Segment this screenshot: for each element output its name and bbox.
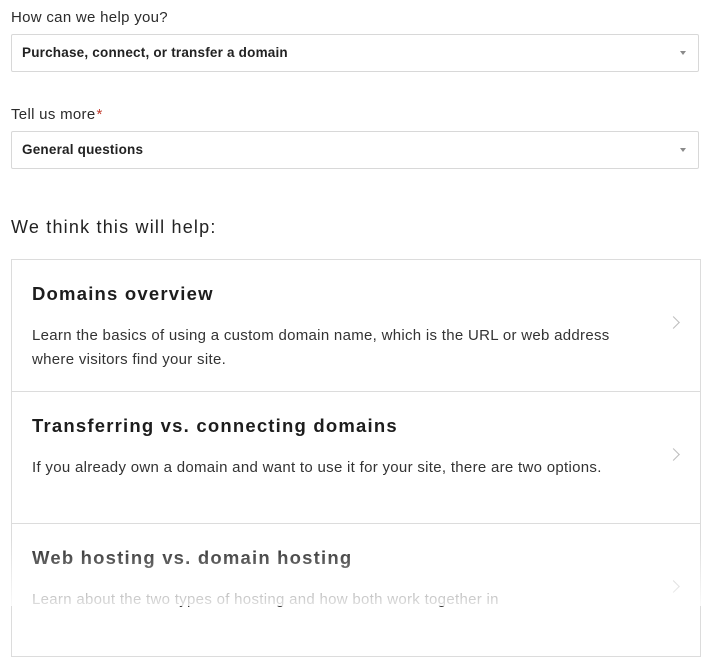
suggestion-title: Transferring vs. connecting domains (32, 415, 398, 436)
help-topic-value: Purchase, connect, or transfer a domain (22, 45, 288, 60)
required-asterisk: * (96, 106, 103, 123)
caret-down-icon (680, 148, 686, 152)
tell-us-more-text: Tell us more (11, 106, 96, 123)
suggestion-title: Domains overview (32, 283, 214, 304)
suggestion-list: Domains overview Learn the basics of usi… (11, 259, 701, 657)
tell-us-more-label: Tell us more* (11, 106, 103, 123)
chevron-right-icon (667, 448, 680, 461)
suggestion-description: Learn the basics of using a custom domai… (32, 327, 610, 368)
suggestion-description: Learn about the two types of hosting and… (32, 591, 499, 608)
chevron-right-icon (667, 316, 680, 329)
suggestion-card-web-hosting[interactable]: Web hosting vs. domain hosting Learn abo… (12, 524, 700, 656)
suggestion-card-transferring-vs-connecting[interactable]: Transferring vs. connecting domains If y… (12, 392, 700, 524)
caret-down-icon (680, 51, 686, 55)
suggestion-description: If you already own a domain and want to … (32, 459, 602, 476)
tell-us-more-value: General questions (22, 142, 144, 157)
tell-us-more-select[interactable]: General questions (11, 131, 699, 169)
chevron-right-icon (667, 580, 680, 593)
suggestion-title: Web hosting vs. domain hosting (32, 547, 353, 568)
suggestions-heading: We think this will help: (11, 217, 217, 237)
help-topic-select[interactable]: Purchase, connect, or transfer a domain (11, 34, 699, 72)
help-field-label: How can we help you? (11, 9, 168, 26)
suggestion-card-domains-overview[interactable]: Domains overview Learn the basics of usi… (12, 260, 700, 392)
